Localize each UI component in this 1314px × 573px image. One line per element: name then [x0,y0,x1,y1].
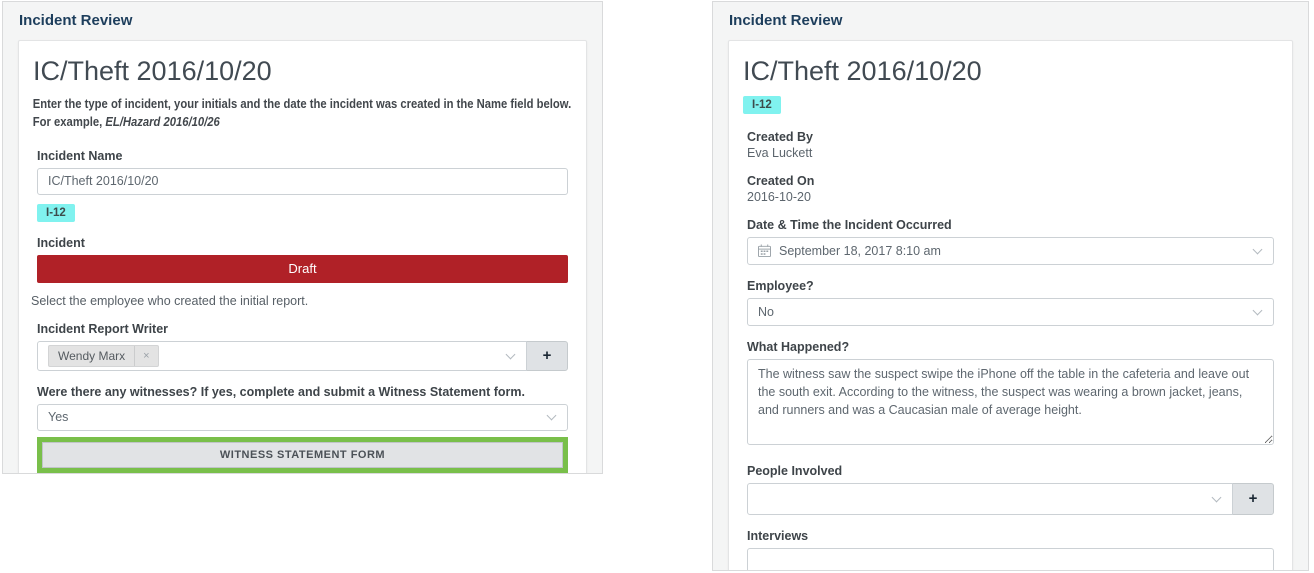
incident-id-badge: I-12 [37,203,75,222]
employee-select[interactable]: No [747,297,1274,326]
incident-review-edit-panel: Incident Review IC/Theft 2016/10/20 Ente… [2,1,603,474]
people-involved-row: + [747,482,1274,515]
created-by-label: Created By [747,129,813,144]
what-happened-label: What Happened? [747,339,850,354]
datetime-picker[interactable]: September 18, 2017 8:10 am [747,236,1274,265]
form-description: Enter the type of incident, your initial… [31,95,573,131]
remove-person-icon[interactable]: × [134,345,157,366]
datetime-label: Date & Time the Incident Occurred [747,217,952,232]
selected-person-name: Wendy Marx [58,348,126,363]
incident-title: IC/Theft 2016/10/20 [33,56,272,86]
selected-person-chip: Wendy Marx × [48,344,159,367]
add-person-button[interactable]: + [1232,482,1274,515]
chevron-down-icon [1252,244,1263,255]
employee-selected-value: No [758,304,774,319]
datetime-value: September 18, 2017 8:10 am [779,243,941,258]
employee-label: Employee? [747,278,814,293]
witness-button-highlight: WITNESS STATEMENT FORM [37,436,568,473]
witness-statement-form-button[interactable]: WITNESS STATEMENT FORM [42,441,563,468]
witnesses-selected-value: Yes [48,410,69,425]
what-happened-textarea[interactable]: The witness saw the suspect swipe the iP… [747,358,1274,445]
report-writer-helper: Select the employee who created the init… [31,293,309,308]
detail-fields: Created By Eva Luckett Created On 2016-1… [741,129,1280,570]
incident-label: Incident [37,235,85,250]
calendar-icon [758,244,771,258]
interviews-input[interactable] [747,547,1274,570]
report-writer-select[interactable]: Wendy Marx × [37,340,527,371]
panel-title: Incident Review [729,12,843,29]
interviews-label: Interviews [747,528,809,543]
incident-review-detail-panel: Incident Review IC/Theft 2016/10/20 I-12… [712,1,1309,571]
panel-title: Incident Review [19,12,133,29]
form-description-text: Enter the type of incident, your initial… [32,96,572,111]
incident-form-card: IC/Theft 2016/10/20 Enter the type of in… [18,40,587,473]
people-involved-label: People Involved [747,463,843,478]
chevron-down-icon [505,349,516,360]
form-fields: Incident Name I-12 Incident Draft Select… [31,149,574,473]
people-involved-select[interactable] [747,482,1233,515]
form-example-text: EL/Hazard 2016/10/26 [105,114,220,129]
incident-title: IC/Theft 2016/10/20 [743,56,982,86]
incident-name-label: Incident Name [37,148,123,163]
incident-detail-card: IC/Theft 2016/10/20 I-12 Created By Eva … [728,40,1293,570]
form-example-prefix: For example, [32,114,106,129]
draft-status-bar[interactable]: Draft [37,254,568,283]
created-on-label: Created On [747,173,815,188]
witnesses-select[interactable]: Yes [37,403,568,431]
incident-id-badge: I-12 [743,95,781,114]
incident-name-input[interactable] [37,167,568,195]
chevron-down-icon [546,410,557,421]
chevron-down-icon [1252,305,1263,316]
witnesses-label: Were there any witnesses? If yes, comple… [37,384,525,399]
add-report-writer-button[interactable]: + [526,340,568,371]
created-on-value: 2016-10-20 [747,189,811,204]
page: Incident Review IC/Theft 2016/10/20 Ente… [0,0,1314,573]
created-by-value: Eva Luckett [747,145,813,160]
report-writer-label: Incident Report Writer [37,321,169,336]
chevron-down-icon [1211,492,1222,503]
report-writer-row: Wendy Marx × + [37,340,568,371]
